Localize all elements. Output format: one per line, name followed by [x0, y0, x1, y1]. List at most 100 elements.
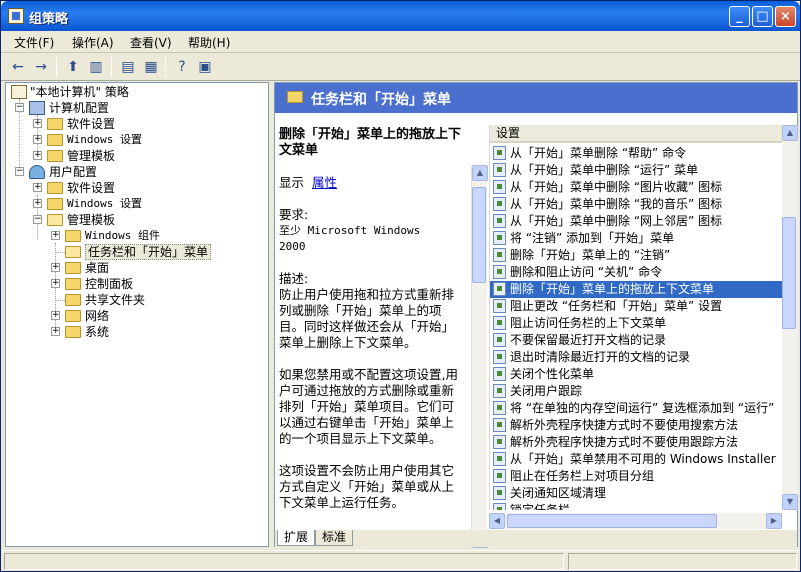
tree-network[interactable]: 网络 — [85, 308, 109, 324]
expand-icon[interactable]: + — [51, 231, 60, 240]
tree-root[interactable]: "本地计算机" 策略 — [30, 84, 129, 100]
tree-c-software[interactable]: 软件设置 — [67, 116, 115, 132]
policy-root-icon — [11, 85, 27, 99]
policy-setting-icon — [493, 180, 506, 194]
scroll-thumb[interactable] — [507, 514, 717, 528]
scroll-thumb[interactable] — [782, 217, 796, 329]
setting-row[interactable]: 解析外壳程序快捷方式时不要使用跟踪方法 — [490, 434, 783, 451]
scroll-right-icon[interactable]: ▶ — [766, 513, 782, 529]
tab-extended[interactable]: 扩展 — [277, 530, 316, 546]
requirements-label: 要求: — [279, 207, 309, 222]
maximize-button[interactable]: □ — [752, 6, 773, 27]
collapse-icon[interactable]: − — [15, 167, 24, 176]
setting-row[interactable]: 从「开始」菜单中删除 “图片收藏” 图标 — [490, 179, 783, 196]
toolbar-separator — [111, 57, 112, 77]
forward-arrow-icon[interactable]: → — [31, 57, 51, 77]
close-button[interactable]: × — [775, 6, 796, 27]
setting-row[interactable]: 关闭个性化菜单 — [490, 366, 783, 383]
scroll-up-icon[interactable]: ▲ — [472, 165, 488, 181]
setting-row[interactable]: 关闭通知区域清理 — [490, 485, 783, 502]
help-icon[interactable]: ? — [172, 57, 192, 77]
description-scrollbar[interactable]: ▲ ▼ — [471, 165, 488, 548]
expand-icon[interactable]: + — [33, 151, 42, 160]
policy-setting-icon — [493, 248, 506, 262]
tree-u-software[interactable]: 软件设置 — [67, 180, 115, 196]
tree-u-admin[interactable]: 管理模板 — [67, 212, 115, 228]
list-scrollbar[interactable]: ▲ ▼ — [782, 125, 798, 510]
export-list-icon[interactable]: ▦ — [141, 57, 161, 77]
properties-icon[interactable]: ▤ — [118, 57, 138, 77]
setting-label: 退出时清除最近打开的文档的记录 — [510, 350, 691, 364]
tree-control-panel[interactable]: 控制面板 — [85, 276, 133, 292]
folder-icon — [47, 118, 63, 130]
menu-file[interactable]: 文件(F) — [14, 34, 54, 51]
expand-icon[interactable]: + — [51, 327, 60, 336]
menu-help[interactable]: 帮助(H) — [188, 34, 230, 51]
collapse-icon[interactable]: − — [33, 215, 42, 224]
setting-label: 锁定任务栏 — [510, 503, 571, 510]
description-para-2: 如果您禁用或不配置这项设置,用户可通过拖放的方式删除或重新排列「开始」菜单项目。… — [279, 367, 458, 446]
setting-row[interactable]: 从「开始」菜单中删除 “运行” 菜单 — [490, 162, 783, 179]
expand-icon[interactable]: + — [33, 135, 42, 144]
tree-shared-folders[interactable]: 共享文件夹 — [85, 292, 145, 308]
setting-row[interactable]: 从「开始」菜单禁用不可用的 Windows Installer — [490, 451, 783, 468]
scroll-down-icon[interactable]: ▼ — [782, 494, 798, 510]
setting-row[interactable]: 阻止访问任务栏的上下文菜单 — [490, 315, 783, 332]
setting-row[interactable]: 关闭用户跟踪 — [490, 383, 783, 400]
tree-c-admin[interactable]: 管理模板 — [67, 148, 115, 164]
setting-row[interactable]: 从「开始」菜单中删除 “我的音乐” 图标 — [490, 196, 783, 213]
setting-row[interactable]: 锁定任务栏 — [490, 502, 783, 510]
expand-icon[interactable]: + — [33, 199, 42, 208]
policy-setting-icon — [493, 265, 506, 279]
setting-row[interactable]: 阻止更改 “任务栏和「开始」菜单” 设置 — [490, 298, 783, 315]
setting-row[interactable]: 将 “注销” 添加到「开始」菜单 — [490, 230, 783, 247]
expand-icon[interactable]: + — [33, 119, 42, 128]
setting-label: 阻止访问任务栏的上下文菜单 — [510, 316, 667, 330]
tree-u-windows[interactable]: Windows 设置 — [67, 196, 142, 212]
expand-icon[interactable]: + — [33, 183, 42, 192]
extended-view-icon[interactable]: ▣ — [195, 57, 215, 77]
tree-c-windows[interactable]: Windows 设置 — [67, 132, 142, 148]
setting-row[interactable]: 从「开始」菜单中删除 “网上邻居” 图标 — [490, 213, 783, 230]
collapse-icon[interactable]: − — [15, 103, 24, 112]
scroll-thumb[interactable] — [472, 187, 486, 283]
setting-row[interactable]: 退出时清除最近打开的文档的记录 — [490, 349, 783, 366]
title-bar[interactable]: 组策略 _ □ × — [1, 1, 800, 31]
expand-icon[interactable]: + — [51, 263, 60, 272]
scroll-left-icon[interactable]: ◀ — [489, 513, 505, 529]
setting-row[interactable]: 阻止在任务栏上对项目分组 — [490, 468, 783, 485]
menu-view[interactable]: 查看(V) — [130, 34, 172, 51]
setting-row[interactable]: 不要保留最近打开文档的记录 — [490, 332, 783, 349]
tree-windows-components[interactable]: Windows 组件 — [85, 228, 160, 244]
up-folder-icon[interactable]: ⬆ — [63, 57, 83, 77]
setting-label: 将 “在单独的内存空间运行” 复选框添加到 “运行” — [510, 401, 775, 415]
properties-link[interactable]: 属性 — [312, 175, 337, 190]
expand-icon[interactable]: + — [51, 311, 60, 320]
setting-row[interactable]: 解析外壳程序快捷方式时不要使用搜索方法 — [490, 417, 783, 434]
scroll-up-icon[interactable]: ▲ — [782, 125, 798, 141]
setting-row[interactable]: 删除「开始」菜单上的 “注销” — [490, 247, 783, 264]
policy-setting-icon — [493, 452, 506, 466]
minimize-button[interactable]: _ — [729, 6, 750, 27]
tree-user-config[interactable]: 用户配置 — [49, 164, 97, 180]
back-arrow-icon[interactable]: ← — [8, 57, 28, 77]
show-row: 显示 属性 — [279, 175, 462, 191]
setting-row[interactable]: 将 “在单独的内存空间运行” 复选框添加到 “运行” — [490, 400, 783, 417]
tree-desktop[interactable]: 桌面 — [85, 260, 109, 276]
expand-icon[interactable]: + — [51, 279, 60, 288]
tree-computer-config[interactable]: 计算机配置 — [49, 100, 109, 116]
computer-icon — [29, 101, 45, 115]
setting-label: 解析外壳程序快捷方式时不要使用跟踪方法 — [510, 435, 739, 449]
tree-taskbar-start[interactable]: 任务栏和「开始」菜单 — [85, 244, 212, 260]
show-tree-icon[interactable]: ▥ — [86, 57, 106, 77]
setting-row[interactable]: 删除和阻止访问 “关机” 命令 — [490, 264, 783, 281]
tab-standard[interactable]: 标准 — [315, 530, 354, 546]
setting-row[interactable]: 从「开始」菜单删除 “帮助” 命令 — [490, 145, 783, 162]
list-horizontal-scrollbar[interactable]: ◀ ▶ — [489, 513, 782, 529]
menu-action[interactable]: 操作(A) — [72, 34, 114, 51]
tree-system[interactable]: 系统 — [85, 324, 109, 340]
tree-selected-label: 任务栏和「开始」菜单 — [85, 244, 212, 260]
setting-row[interactable]: 删除「开始」菜单上的拖放上下文菜单 — [490, 281, 783, 298]
policy-setting-icon — [493, 401, 506, 415]
settings-column-header[interactable]: 设置 — [490, 125, 783, 143]
